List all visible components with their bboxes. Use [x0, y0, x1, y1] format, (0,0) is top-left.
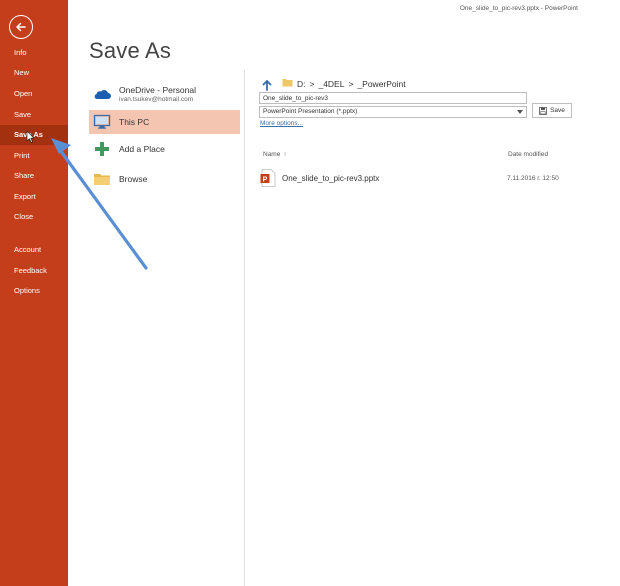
rail-item-new[interactable]: New: [0, 63, 68, 83]
back-arrow-icon: [16, 22, 26, 32]
breadcrumb-separator: >: [309, 78, 315, 89]
filetype-value: PowerPoint Presentation (*.pptx): [263, 108, 358, 115]
location-add-place[interactable]: Add a Place: [89, 137, 240, 161]
location-label: Browse: [119, 174, 148, 184]
breadcrumb-segment[interactable]: _PowerPoint: [357, 79, 405, 89]
backstage-sidebar: Info New Open Save Save As Print Share E…: [0, 0, 68, 586]
location-this-pc[interactable]: This PC: [89, 110, 240, 134]
up-arrow-icon: [262, 79, 272, 91]
rail-item-save[interactable]: Save: [0, 105, 68, 125]
file-name: One_slide_to_pic-rev3.pptx: [282, 173, 380, 183]
rail-item-print[interactable]: Print: [0, 146, 68, 166]
filename-input[interactable]: [259, 92, 527, 104]
location-onedrive[interactable]: OneDrive - Personal ivan.tsukev@hotmail.…: [89, 80, 240, 108]
rail-item-options[interactable]: Options: [0, 281, 68, 301]
location-label: Add a Place: [119, 144, 165, 154]
breadcrumb-segment[interactable]: D:: [297, 79, 306, 89]
column-header-date-modified[interactable]: Date modified: [508, 151, 548, 158]
plus-icon: [93, 140, 111, 158]
pptx-file-icon: P: [260, 169, 276, 187]
rail-item-open[interactable]: Open: [0, 84, 68, 104]
column-header-label: Name: [263, 151, 281, 158]
sort-ascending-icon: ↑: [283, 151, 287, 158]
file-date-modified: 7.11.2016 г. 12:50: [507, 174, 559, 182]
chevron-down-icon: [517, 110, 523, 114]
location-label: This PC: [119, 117, 150, 127]
rail-item-export[interactable]: Export: [0, 187, 68, 207]
rail-item-account[interactable]: Account: [0, 240, 68, 260]
location-account-email: ivan.tsukev@hotmail.com: [119, 96, 194, 103]
rail-item-share[interactable]: Share: [0, 166, 68, 186]
breadcrumb-segment[interactable]: _4DEL: [318, 79, 344, 89]
page-title: Save As: [89, 38, 172, 63]
monitor-icon: [93, 113, 111, 131]
window-caption: One_slide_to_pic-rev3.pptx - PowerPoint: [459, 5, 578, 12]
save-disk-icon: [539, 106, 547, 115]
rail-item-info[interactable]: Info: [0, 43, 68, 63]
column-header-name[interactable]: Name ↑: [263, 151, 287, 158]
up-one-level-button[interactable]: [261, 78, 273, 91]
rail-item-close[interactable]: Close: [0, 207, 68, 227]
rail-item-feedback[interactable]: Feedback: [0, 261, 68, 281]
back-button[interactable]: [9, 15, 33, 39]
breadcrumb: D: > _4DEL > _PowerPoint: [282, 78, 406, 89]
file-list-item[interactable]: P One_slide_to_pic-rev3.pptx 7.11.2016 г…: [257, 167, 567, 189]
onedrive-cloud-icon: [93, 85, 111, 103]
rail-item-save-as[interactable]: Save As: [0, 125, 68, 145]
svg-text:P: P: [263, 176, 268, 183]
folder-icon: [282, 78, 293, 89]
filetype-dropdown[interactable]: PowerPoint Presentation (*.pptx): [259, 106, 527, 118]
location-browse[interactable]: Browse: [89, 167, 240, 191]
save-button-label: Save: [550, 107, 565, 114]
breadcrumb-separator: >: [348, 78, 354, 89]
more-options-link[interactable]: More options...: [260, 120, 303, 127]
folder-icon: [93, 170, 111, 188]
pane-divider: [244, 70, 245, 586]
location-label: OneDrive - Personal: [119, 85, 197, 95]
save-button[interactable]: Save: [532, 103, 572, 118]
